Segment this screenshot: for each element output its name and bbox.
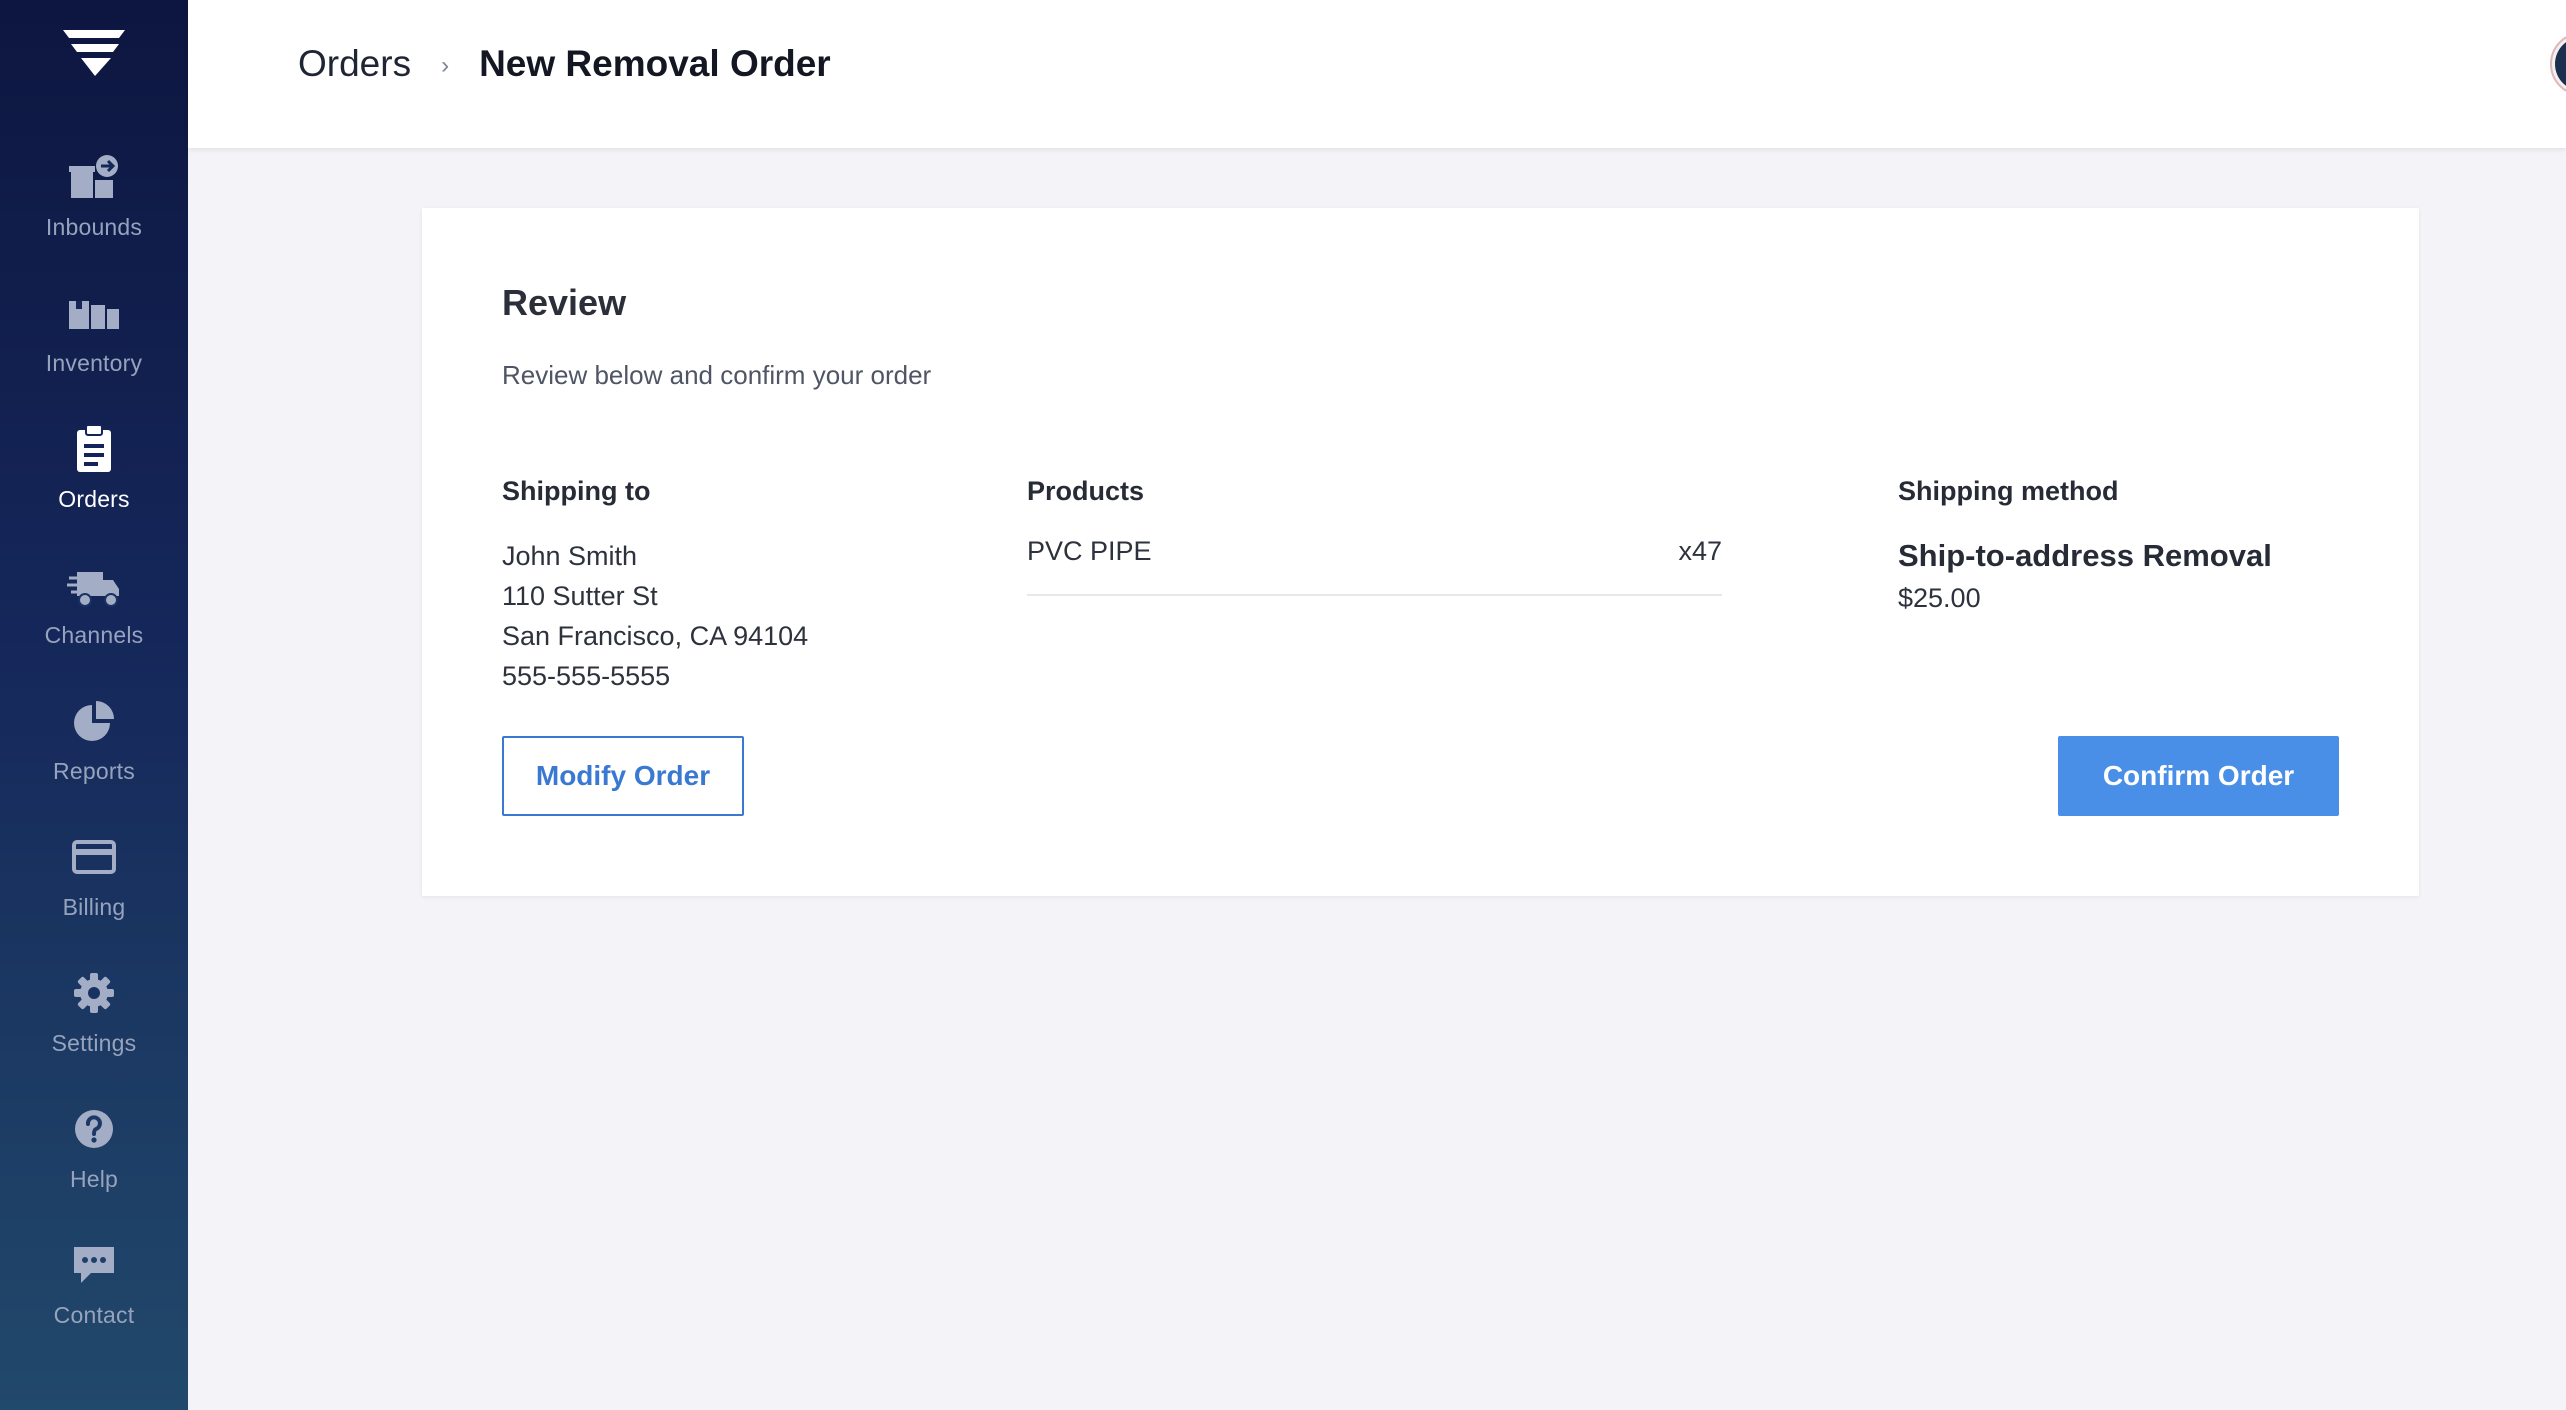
sidebar-item-channels[interactable]: Channels [0, 548, 188, 668]
review-subtitle: Review below and confirm your order [502, 360, 932, 390]
sidebar-item-orders[interactable]: Orders [0, 412, 188, 532]
sidebar-item-label: Reports [53, 758, 135, 784]
breadcrumb-orders-link[interactable]: Orders [298, 43, 411, 85]
credit-card-icon [67, 830, 121, 884]
shipping-method-name: Ship-to-address Removal [1898, 538, 2272, 573]
sidebar-item-label: Billing [62, 894, 126, 920]
recipient-name: John Smith [502, 541, 638, 571]
shipping-address: John Smith 110 Sutter St San Francisco, … [502, 536, 808, 696]
clipboard-icon [67, 422, 121, 476]
review-title: Review [502, 282, 627, 323]
shipping-method-heading: Shipping method [1898, 476, 2119, 506]
sidebar-item-settings[interactable]: Settings [0, 956, 188, 1076]
chat-bubble-icon [67, 1238, 121, 1292]
sidebar-item-reports[interactable]: Reports [0, 684, 188, 804]
phone-number: 555-555-5555 [502, 661, 671, 691]
confirm-order-button[interactable]: Confirm Order [2058, 736, 2339, 816]
question-icon [67, 1102, 121, 1156]
products-heading: Products [1027, 476, 1145, 506]
shipping-to-heading: Shipping to [502, 476, 651, 506]
sidebar-item-label: Orders [58, 486, 130, 512]
product-name: PVC PIPE [1027, 536, 1152, 566]
review-card: Review Review below and confirm your ord… [422, 208, 2419, 896]
sidebar-item-label: Help [69, 1166, 119, 1192]
sidebar-item-inbounds[interactable]: Inbounds [0, 140, 188, 260]
top-header: Orders › New Removal Order [188, 0, 2566, 148]
inventory-icon [67, 286, 121, 340]
sidebar-item-label: Inbounds [45, 214, 143, 240]
logo-icon [63, 30, 125, 76]
page-title: New Removal Order [479, 43, 831, 84]
pie-chart-icon [67, 694, 121, 748]
breadcrumb-separator: › [441, 52, 450, 79]
avatar[interactable] [2550, 32, 2566, 96]
sidebar-item-label: Channels [44, 622, 144, 648]
brand-logo[interactable] [0, 28, 188, 88]
sidebar: Inbounds Inventory Orders Channels Repor… [0, 0, 188, 1410]
sidebar-item-label: Settings [51, 1030, 137, 1056]
sidebar-item-label: Contact [53, 1302, 135, 1328]
sidebar-item-help[interactable]: Help [0, 1092, 188, 1212]
sidebar-item-billing[interactable]: Billing [0, 820, 188, 940]
sidebar-item-label: Inventory [45, 350, 143, 376]
modify-order-button[interactable]: Modify Order [502, 736, 744, 816]
inbound-box-icon [67, 150, 121, 204]
street-address: 110 Sutter St [502, 581, 658, 611]
city-state-zip: San Francisco, CA 94104 [502, 621, 809, 651]
product-quantity: x47 [1678, 536, 1722, 566]
shipping-method-price: $25.00 [1898, 583, 1981, 613]
delivery-truck-icon [67, 558, 121, 612]
breadcrumb: Orders › New Removal Order [298, 40, 831, 88]
user-avatar-icon [2555, 42, 2566, 86]
product-row: PVC PIPE x47 [1027, 536, 1722, 596]
sidebar-item-inventory[interactable]: Inventory [0, 276, 188, 396]
gear-icon [67, 966, 121, 1020]
sidebar-item-contact[interactable]: Contact [0, 1228, 188, 1348]
